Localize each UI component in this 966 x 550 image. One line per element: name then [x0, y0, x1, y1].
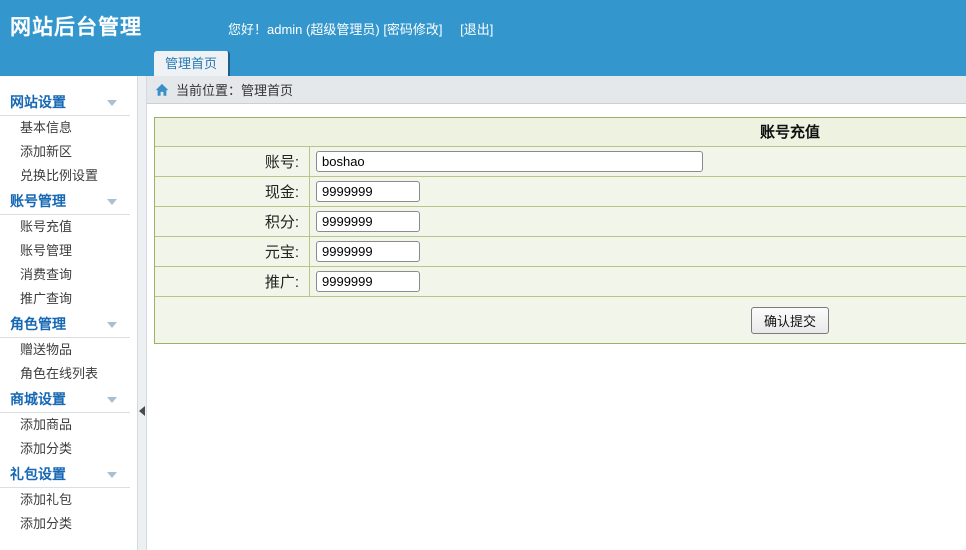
breadcrumb: 当前位置：管理首页: [147, 76, 966, 104]
collapse-left-icon: [139, 406, 145, 416]
chevron-down-icon: [107, 397, 117, 403]
points-input[interactable]: [316, 211, 420, 232]
breadcrumb-label: 当前位置：管理首页: [176, 80, 293, 99]
promotion-label: 推广:: [155, 267, 310, 296]
body-row: 网站设置基本信息添加新区兑换比例设置账号管理账号充值账号管理消费查询推广查询角色…: [0, 76, 966, 550]
home-icon: [155, 83, 169, 97]
chevron-down-icon: [107, 100, 117, 106]
sidebar-group-label: 礼包设置: [10, 466, 66, 482]
button-row: 确认提交: [155, 297, 966, 343]
chevron-down-icon: [107, 199, 117, 205]
form-row: 积分:: [155, 207, 966, 237]
sidebar-item[interactable]: 添加分类: [0, 437, 137, 461]
app-header: 网站后台管理 您好！admin (超级管理员) [密码修改] [退出] 管理首页: [0, 0, 966, 76]
input-cell: [310, 207, 420, 236]
sidebar-group-label: 商城设置: [10, 391, 66, 407]
points-label: 积分:: [155, 207, 310, 236]
user-info-bar: 您好！admin (超级管理员) [密码修改] [退出]: [228, 19, 493, 38]
sidebar: 网站设置基本信息添加新区兑换比例设置账号管理账号充值账号管理消费查询推广查询角色…: [0, 76, 137, 550]
sidebar-item[interactable]: 推广查询: [0, 287, 137, 311]
sidebar-group-header[interactable]: 网站设置: [0, 89, 130, 116]
sidebar-group-label: 账号管理: [10, 193, 66, 209]
yuanbao-input[interactable]: [316, 241, 420, 262]
greeting-text: 您好！admin (超级管理员): [228, 22, 380, 37]
form-row: 推广:: [155, 267, 966, 297]
sidebar-group-header[interactable]: 角色管理: [0, 311, 130, 338]
sidebar-item[interactable]: 基本信息: [0, 116, 137, 140]
tab-admin-home[interactable]: 管理首页: [154, 51, 230, 76]
sidebar-item[interactable]: 消费查询: [0, 263, 137, 287]
sidebar-group-label: 角色管理: [10, 316, 66, 332]
sidebar-item[interactable]: 添加分类: [0, 512, 137, 536]
yuanbao-label: 元宝:: [155, 237, 310, 266]
submit-button[interactable]: 确认提交: [751, 307, 829, 334]
sidebar-item[interactable]: 角色在线列表: [0, 362, 137, 386]
sidebar-group-header[interactable]: 礼包设置: [0, 461, 130, 488]
sidebar-group-header[interactable]: 商城设置: [0, 386, 130, 413]
sidebar-item[interactable]: 赠送物品: [0, 338, 137, 362]
input-cell: [310, 147, 703, 176]
recharge-form: 账号充值 账号:现金:积分:元宝:推广: 确认提交: [154, 117, 966, 344]
sidebar-item[interactable]: 添加商品: [0, 413, 137, 437]
sidebar-item[interactable]: 添加礼包: [0, 488, 137, 512]
form-row: 现金:: [155, 177, 966, 207]
content-area: 当前位置：管理首页 账号充值 账号:现金:积分:元宝:推广: 确认提交: [147, 76, 966, 550]
cash-input[interactable]: [316, 181, 420, 202]
chevron-down-icon: [107, 322, 117, 328]
form-title: 账号充值: [155, 118, 966, 147]
sidebar-group-header[interactable]: 账号管理: [0, 188, 130, 215]
form-row: 账号:: [155, 147, 966, 177]
admin-page: 网站后台管理 您好！admin (超级管理员) [密码修改] [退出] 管理首页…: [0, 0, 966, 550]
account-label: 账号:: [155, 147, 310, 176]
cash-label: 现金:: [155, 177, 310, 206]
sidebar-collapse-handle[interactable]: [137, 76, 147, 550]
promotion-input[interactable]: [316, 271, 420, 292]
sidebar-item[interactable]: 账号管理: [0, 239, 137, 263]
input-cell: [310, 237, 420, 266]
change-password-link[interactable]: [密码修改]: [383, 22, 442, 37]
sidebar-item[interactable]: 添加新区: [0, 140, 137, 164]
main-panel: 账号充值 账号:现金:积分:元宝:推广: 确认提交: [147, 104, 966, 550]
sidebar-item[interactable]: 账号充值: [0, 215, 137, 239]
sidebar-group-label: 网站设置: [10, 94, 66, 110]
chevron-down-icon: [107, 472, 117, 478]
form-row: 元宝:: [155, 237, 966, 267]
input-cell: [310, 267, 420, 296]
logout-link[interactable]: [退出]: [460, 22, 493, 37]
input-cell: [310, 177, 420, 206]
page-title: 网站后台管理: [10, 11, 142, 41]
sidebar-item[interactable]: 兑换比例设置: [0, 164, 137, 188]
account-input[interactable]: [316, 151, 703, 172]
